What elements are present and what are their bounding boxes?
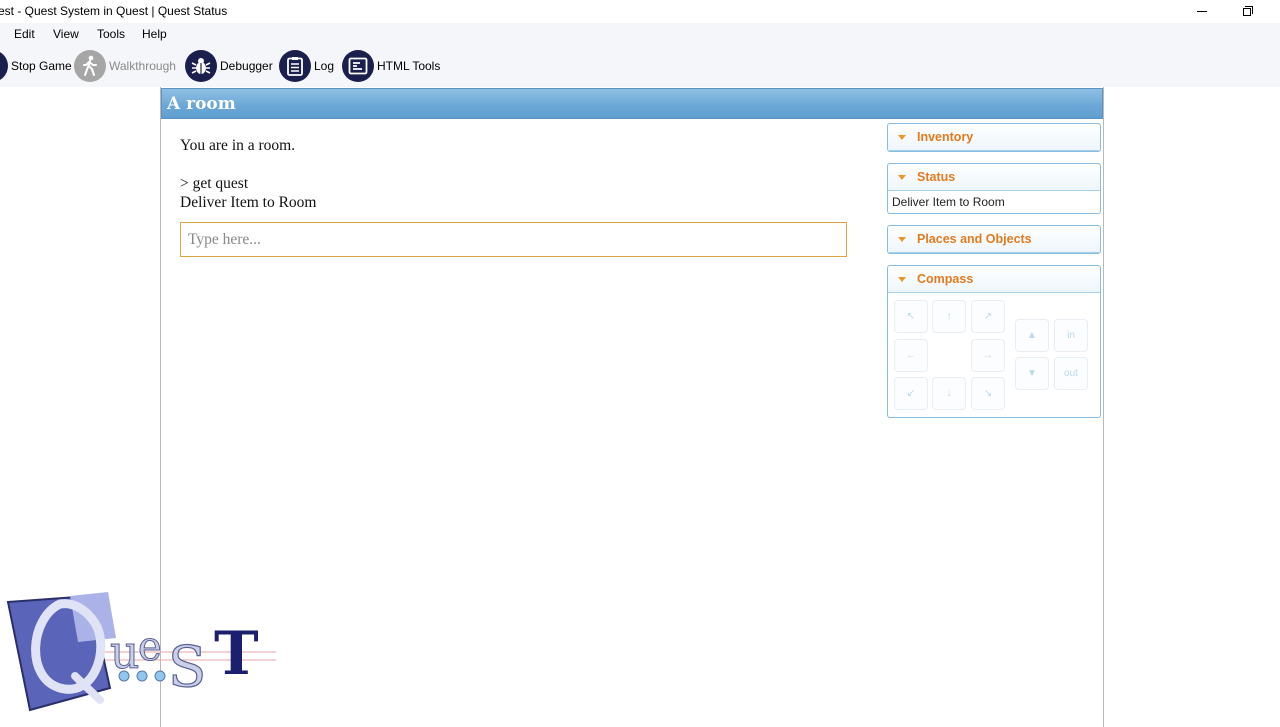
compass-northwest-button[interactable]: ↖ — [894, 300, 928, 333]
svg-text:T: T — [214, 619, 259, 689]
compass-up-button[interactable]: ▲ — [1015, 319, 1049, 352]
title-bar: est - Quest System in Quest | Quest Stat… — [0, 0, 1280, 23]
html-tools-label: HTML Tools — [377, 59, 441, 73]
compass-southeast-button[interactable]: ↘ — [971, 377, 1005, 410]
walkthrough-button[interactable]: Walkthrough — [74, 50, 176, 82]
stop-game-label: Stop Game — [11, 59, 72, 73]
places-objects-panel: Places and Objects — [887, 225, 1101, 254]
inventory-panel: Inventory — [887, 123, 1101, 152]
html-tools-icon — [342, 50, 374, 82]
status-value: Deliver Item to Room — [892, 195, 1005, 209]
compass-in-button[interactable]: in — [1054, 319, 1088, 352]
status-label: Status — [917, 170, 956, 184]
html-tools-button[interactable]: HTML Tools — [342, 50, 440, 82]
collapse-triangle-icon — [898, 236, 906, 242]
clipboard-icon — [279, 50, 311, 82]
compass-label: Compass — [917, 272, 974, 286]
places-objects-header[interactable]: Places and Objects — [888, 226, 1100, 253]
bug-icon — [185, 50, 217, 82]
stop-game-button[interactable]: Stop Game — [0, 50, 72, 82]
compass-east-button[interactable]: → — [971, 339, 1005, 372]
compass-west-button[interactable]: ← — [894, 339, 928, 372]
walking-person-icon — [74, 50, 106, 82]
compass-south-button[interactable]: ↓ — [932, 377, 966, 410]
svg-text:e: e — [138, 624, 162, 670]
menu-edit[interactable]: Edit — [14, 27, 35, 41]
collapse-triangle-icon — [898, 174, 906, 180]
collapse-triangle-icon — [898, 134, 906, 140]
debugger-label: Debugger — [220, 59, 273, 73]
status-panel: Status Deliver Item to Room — [887, 163, 1101, 214]
menu-help[interactable]: Help — [142, 27, 167, 41]
compass-out-button[interactable]: out — [1054, 357, 1088, 390]
restore-button[interactable] — [1223, 0, 1269, 23]
compass-southwest-button[interactable]: ↙ — [894, 377, 928, 410]
command-input[interactable]: Type here... — [180, 222, 847, 257]
compass-north-button[interactable]: ↑ — [932, 300, 966, 333]
inventory-header[interactable]: Inventory — [888, 124, 1100, 151]
log-button[interactable]: Log — [279, 50, 334, 82]
log-label: Log — [314, 59, 335, 73]
menu-view[interactable]: View — [53, 27, 79, 41]
output-line: You are in a room. — [180, 137, 296, 154]
menu-bar: Edit View Tools Help — [0, 23, 1280, 45]
location-title: A room — [167, 94, 236, 114]
walkthrough-label: Walkthrough — [109, 59, 176, 73]
menu-tools[interactable]: Tools — [97, 27, 125, 41]
window-title: est - Quest System in Quest | Quest Stat… — [0, 4, 228, 18]
toolbar: Stop Game Walkthrough Debugger Log HTML … — [0, 45, 1280, 87]
compass-northeast-button[interactable]: ↗ — [971, 300, 1005, 333]
minimize-button[interactable] — [1179, 0, 1225, 23]
inventory-label: Inventory — [917, 130, 974, 144]
compass-header[interactable]: Compass — [888, 266, 1100, 293]
minimize-icon — [1197, 11, 1207, 12]
output-line: Deliver Item to Room — [180, 194, 317, 211]
collapse-triangle-icon — [898, 276, 906, 282]
location-bar: A room — [161, 88, 1103, 119]
output-line: > get quest — [180, 175, 249, 192]
places-objects-label: Places and Objects — [917, 232, 1032, 246]
quest-logo: u e S T — [6, 592, 276, 712]
compass-down-button[interactable]: ▼ — [1015, 357, 1049, 390]
svg-text:S: S — [168, 635, 206, 700]
status-header[interactable]: Status — [888, 164, 1100, 191]
stop-icon — [0, 50, 8, 82]
restore-icon — [1243, 8, 1251, 16]
debugger-button[interactable]: Debugger — [185, 50, 273, 82]
